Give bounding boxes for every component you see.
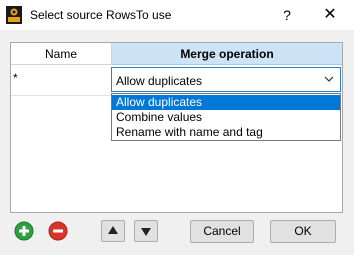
dropdown-list: Allow duplicates Combine values Rename w… <box>111 93 341 141</box>
new-row-marker: * <box>13 71 18 85</box>
column-header-merge-operation[interactable]: Merge operation <box>112 43 342 65</box>
move-up-button[interactable] <box>101 220 125 242</box>
triangle-down-icon <box>141 228 151 236</box>
row-divider <box>11 95 111 96</box>
plus-circle-icon <box>14 221 34 241</box>
merge-operation-combobox[interactable]: Allow duplicates <box>111 67 341 92</box>
chevron-down-icon <box>324 76 334 82</box>
dropdown-option-combine-values[interactable]: Combine values <box>112 110 340 125</box>
help-button[interactable]: ? <box>276 2 298 28</box>
combobox-value: Allow duplicates <box>116 74 203 88</box>
close-button[interactable]: ✕ <box>318 2 342 28</box>
title-bar: Select source RowsTo use ? ✕ <box>0 0 354 30</box>
app-icon <box>6 6 22 24</box>
triangle-up-icon <box>108 226 118 234</box>
column-header-name[interactable]: Name <box>11 43 112 65</box>
window-title: Select source RowsTo use <box>30 8 172 22</box>
dropdown-option-allow-duplicates[interactable]: Allow duplicates <box>112 95 340 110</box>
dropdown-option-rename-with-name-and-tag[interactable]: Rename with name and tag <box>112 125 340 140</box>
move-down-button[interactable] <box>134 220 158 242</box>
minus-circle-icon <box>48 221 68 241</box>
ok-button[interactable]: OK <box>270 220 336 243</box>
cancel-button[interactable]: Cancel <box>190 220 254 243</box>
add-row-button[interactable] <box>13 220 35 242</box>
remove-row-button[interactable] <box>47 220 69 242</box>
